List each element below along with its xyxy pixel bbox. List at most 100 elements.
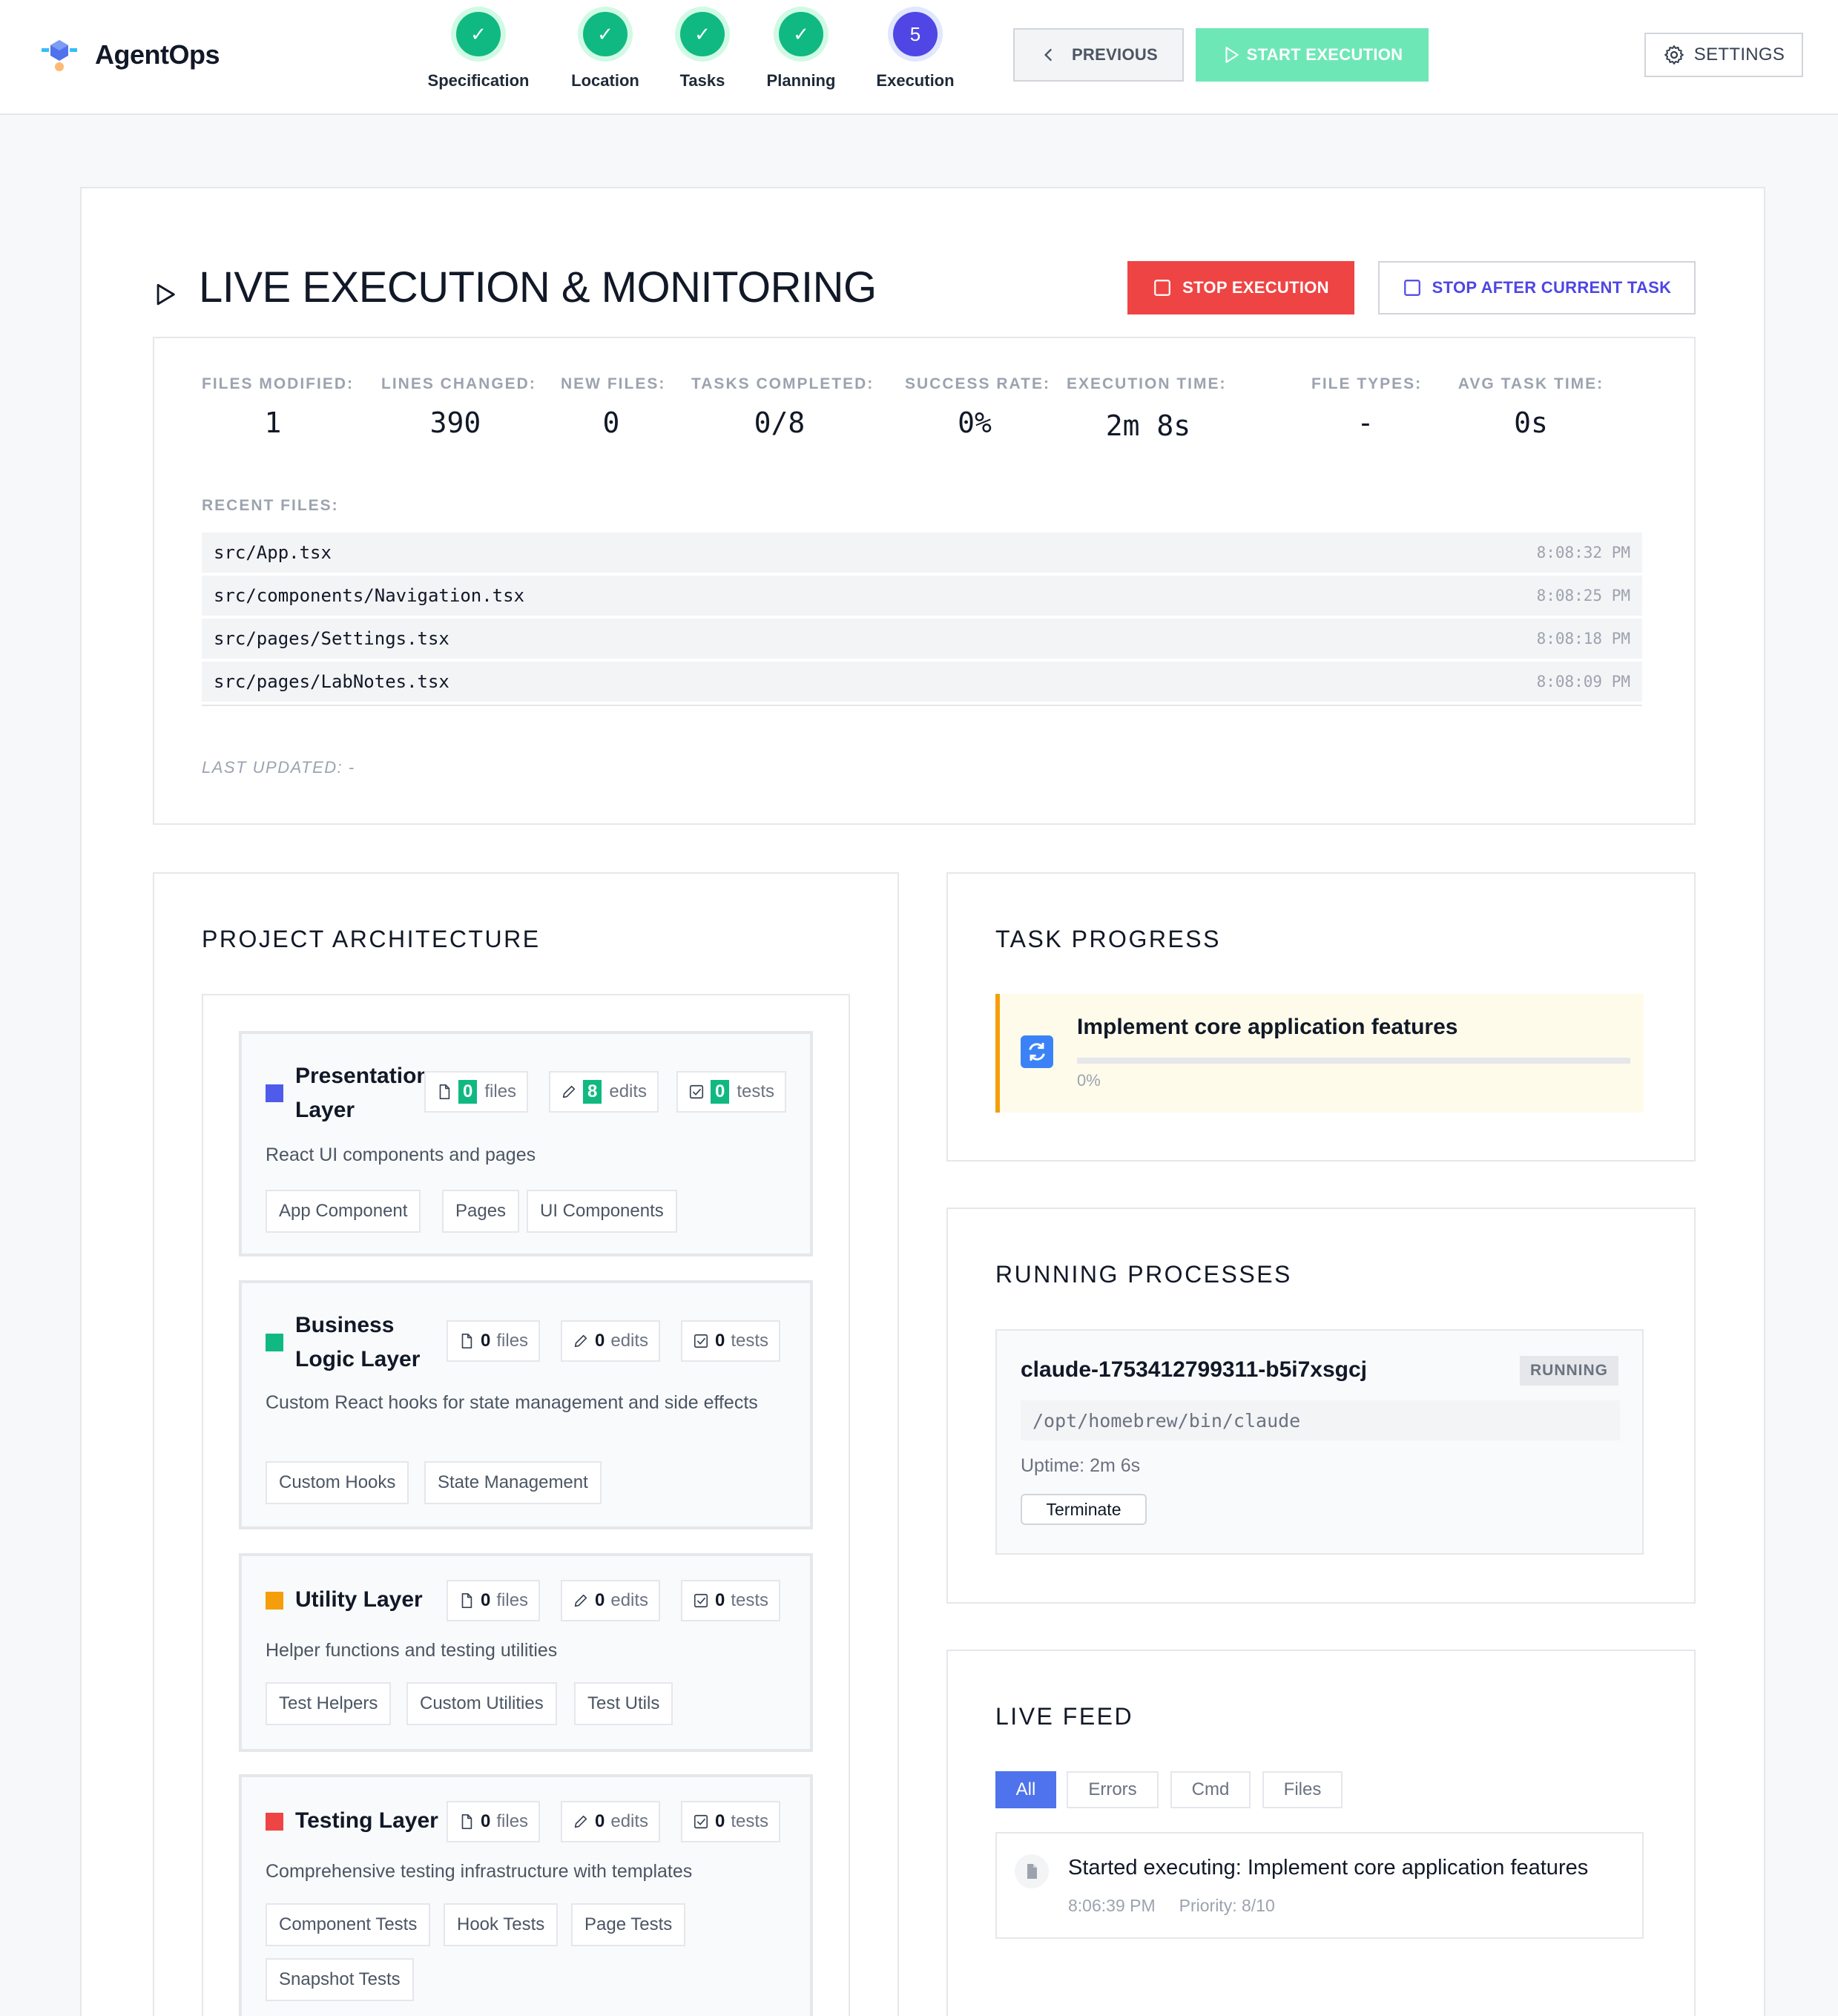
start-execution-button[interactable]: START EXECUTION <box>1196 28 1429 82</box>
step-specification[interactable]: ✓ Specification <box>404 12 553 90</box>
settings-button[interactable]: SETTINGS <box>1644 33 1803 77</box>
recent-file-path: src/pages/LabNotes.tsx <box>214 671 449 692</box>
stop-execution-button[interactable]: STOP EXECUTION <box>1127 261 1354 314</box>
task-progress-percent: 0% <box>1077 1071 1101 1090</box>
feed-tab-all[interactable]: All <box>995 1771 1056 1808</box>
refresh-icon <box>1021 1035 1053 1068</box>
running-processes-panel: RUNNING PROCESSES claude-1753412799311-b… <box>946 1208 1696 1604</box>
task-progress-bar <box>1077 1058 1630 1064</box>
metric-value: 0s <box>1514 406 1548 439</box>
feed-tab-files[interactable]: Files <box>1262 1771 1343 1808</box>
terminate-button[interactable]: Terminate <box>1021 1494 1147 1525</box>
page-header: LIVE EXECUTION & MONITORING <box>153 263 877 312</box>
layer-color-swatch <box>266 1084 283 1102</box>
feed-tab-cmd[interactable]: Cmd <box>1170 1771 1251 1808</box>
stop-execution-label: STOP EXECUTION <box>1182 278 1329 297</box>
tests-count: 0 tests <box>681 1580 781 1621</box>
recent-file-row[interactable]: src/App.tsx 8:08:32 PM <box>202 533 1642 573</box>
section-title: PROJECT ARCHITECTURE <box>202 926 541 952</box>
task-item[interactable]: Implement core application features 0% <box>995 994 1644 1113</box>
files-count: 0 files <box>447 1801 541 1842</box>
recent-file-row[interactable]: src/pages/LabNotes.tsx 8:08:09 PM <box>202 662 1642 702</box>
stop-square-icon <box>1154 280 1170 296</box>
layer-tag: UI Components <box>527 1190 677 1233</box>
recent-file-row[interactable]: src/pages/Settings.tsx 8:08:18 PM <box>202 619 1642 659</box>
metric-label: NEW FILES: <box>561 375 666 392</box>
metric-tasks-completed: TASKS COMPLETED: 0/8 <box>691 375 874 439</box>
layer-tag: Snapshot Tests <box>266 1958 414 2001</box>
tests-count: 0 tests <box>676 1071 787 1113</box>
pencil-icon <box>574 1594 587 1607</box>
metric-label: SUCCESS RATE: <box>905 375 1050 392</box>
layer-color-swatch <box>266 1592 283 1610</box>
files-count: 0 files <box>447 1580 541 1621</box>
metric-value: 390 <box>429 406 481 439</box>
metric-success-rate: SUCCESS RATE: 0% <box>905 375 1050 439</box>
metric-avg-task-time: AVG TASK TIME: 0s <box>1457 375 1605 439</box>
start-execution-label: START EXECUTION <box>1246 45 1403 64</box>
check-icon: ✓ <box>680 12 725 56</box>
layer-description: Custom React hooks for state management … <box>266 1392 758 1413</box>
architecture-layers: Presentation Layer 0 files 8 edits 0 tests … <box>202 994 850 2016</box>
previous-button[interactable]: PREVIOUS <box>1013 28 1184 82</box>
check-icon: ✓ <box>456 12 501 56</box>
recent-file-time: 8:08:09 PM <box>1536 673 1630 691</box>
check-icon: ✓ <box>583 12 628 56</box>
feed-entry-text: Started executing: Implement core applic… <box>1068 1856 1589 1880</box>
metric-label: FILE TYPES: <box>1311 375 1423 392</box>
layer-testing[interactable]: Testing Layer 0 files 0 edits 0 tests Compr… <box>239 1774 813 2016</box>
check-icon: ✓ <box>779 12 823 56</box>
settings-label: SETTINGS <box>1693 45 1785 65</box>
metric-value: 0 <box>602 406 620 439</box>
chevron-left-icon <box>1044 48 1053 62</box>
feed-entry-priority: Priority: 8/10 <box>1179 1896 1275 1915</box>
feed-entry[interactable]: Started executing: Implement core applic… <box>995 1832 1644 1939</box>
recent-file-path: src/components/Navigation.tsx <box>214 585 525 606</box>
metric-label: LINES CHANGED: <box>381 375 536 392</box>
brand[interactable]: AgentOps <box>40 36 220 74</box>
metric-file-types: FILE TYPES: - <box>1311 375 1420 439</box>
layer-presentation[interactable]: Presentation Layer 0 files 8 edits 0 tests … <box>239 1031 813 1256</box>
step-execution[interactable]: 5 Execution <box>841 12 989 90</box>
process-path: /opt/homebrew/bin/claude <box>1021 1400 1620 1440</box>
layer-description: Comprehensive testing infrastructure wit… <box>266 1861 693 1882</box>
section-title: RUNNING PROCESSES <box>995 1261 1292 1288</box>
layer-name: Business Logic Layer <box>295 1313 421 1371</box>
checkbox-icon <box>689 1084 704 1099</box>
tests-count: 0 tests <box>681 1801 781 1842</box>
layer-name: Testing Layer <box>295 1808 438 1833</box>
layer-tag: Component Tests <box>266 1903 431 1946</box>
pencil-icon <box>574 1334 587 1348</box>
checkbox-icon <box>694 1593 708 1608</box>
metric-new-files: NEW FILES: 0 <box>561 375 666 439</box>
layer-tag: Custom Hooks <box>266 1461 409 1504</box>
section-title: TASK PROGRESS <box>995 926 1221 952</box>
file-icon <box>439 1084 450 1099</box>
layer-description: Helper functions and testing utilities <box>266 1640 558 1661</box>
page-title: LIVE EXECUTION & MONITORING <box>199 263 877 312</box>
layer-name: Presentation Layer <box>295 1064 430 1122</box>
metric-label: TASKS COMPLETED: <box>691 375 874 392</box>
layer-business-logic[interactable]: Business Logic Layer 0 files 0 edits 0 test… <box>239 1280 813 1529</box>
play-icon <box>1225 47 1239 63</box>
feed-tab-errors[interactable]: Errors <box>1067 1771 1159 1808</box>
stop-after-label: STOP AFTER CURRENT TASK <box>1432 278 1672 297</box>
process-item: claude-1753412799311-b5i7xsgcj RUNNING /… <box>995 1329 1644 1555</box>
step-label: Specification <box>427 71 530 90</box>
step-number: 5 <box>893 12 938 56</box>
status-badge: RUNNING <box>1520 1356 1618 1386</box>
recent-file-row[interactable]: src/components/Navigation.tsx 8:08:25 PM <box>202 576 1642 616</box>
project-architecture-panel: PROJECT ARCHITECTURE Presentation Layer … <box>153 872 899 2016</box>
layer-tag: State Management <box>424 1461 602 1504</box>
metric-value: 0% <box>958 406 992 439</box>
edits-count: 0 edits <box>561 1580 661 1621</box>
last-updated: LAST UPDATED: - <box>202 758 355 777</box>
layer-tag: Custom Utilities <box>406 1682 557 1725</box>
task-name: Implement core application features <box>1077 1015 1458 1039</box>
section-title: LIVE FEED <box>995 1703 1134 1730</box>
layer-utility[interactable]: Utility Layer 0 files 0 edits 0 tests Helpe… <box>239 1553 813 1752</box>
stop-after-current-task-button[interactable]: STOP AFTER CURRENT TASK <box>1378 261 1696 314</box>
layer-tag: Test Utils <box>574 1682 673 1725</box>
edits-count: 0 edits <box>561 1320 661 1362</box>
layer-tag: Hook Tests <box>444 1903 559 1946</box>
